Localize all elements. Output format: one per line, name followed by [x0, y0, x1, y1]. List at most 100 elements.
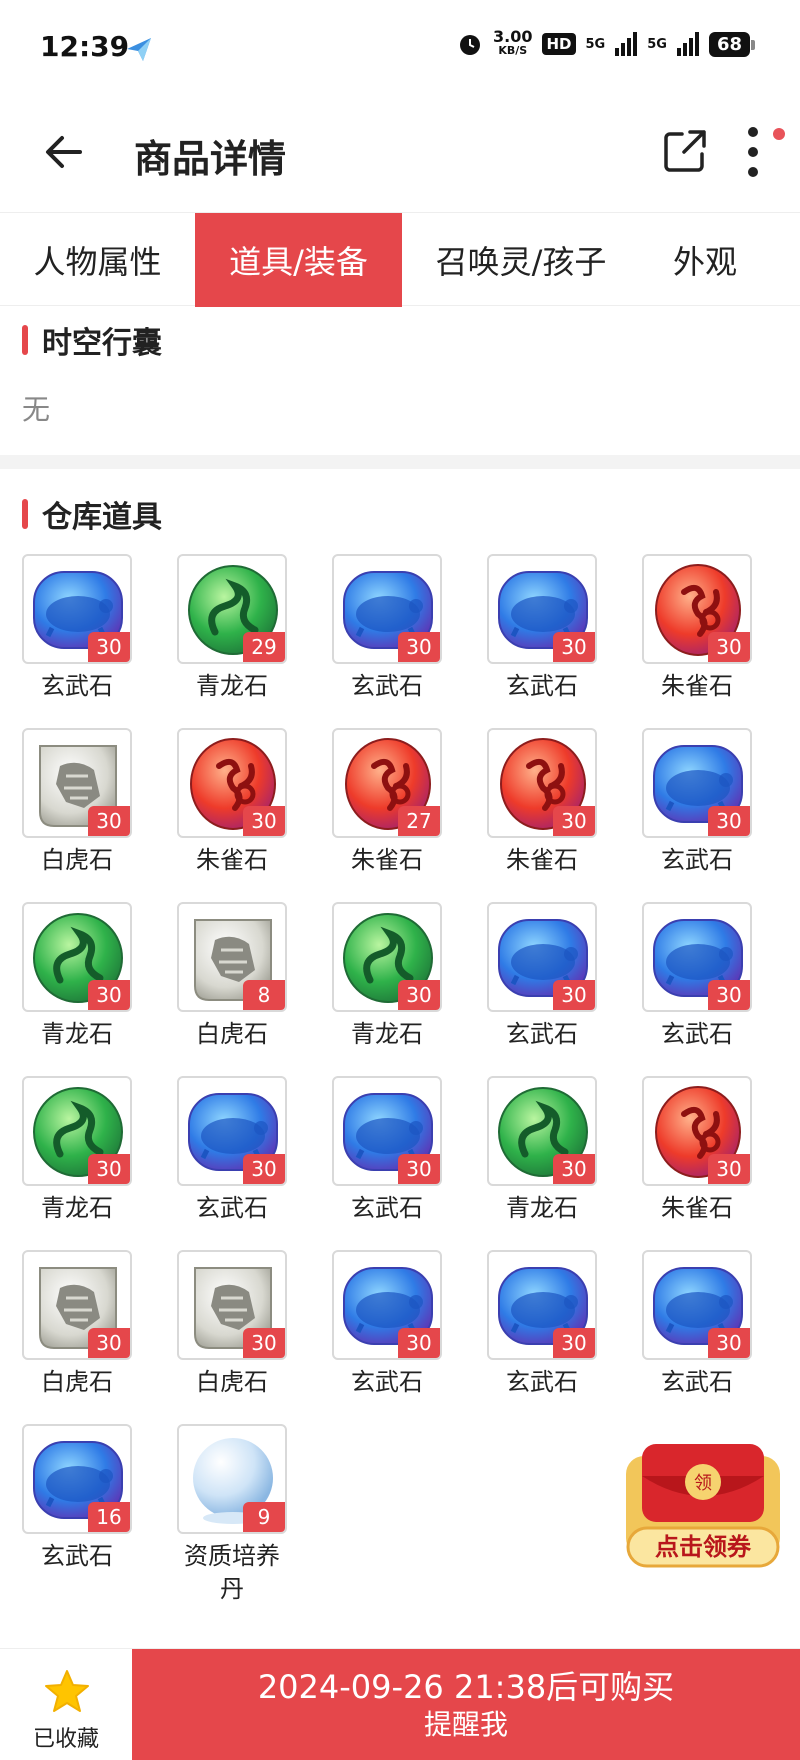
warehouse-item[interactable]: 30 青龙石: [0, 1076, 132, 1246]
warehouse-item[interactable]: 30 朱雀石: [620, 554, 752, 724]
item-count-badge: 30: [398, 1154, 440, 1184]
warehouse-item[interactable]: 30 白虎石: [0, 1250, 132, 1420]
item-icon-box[interactable]: 9: [177, 1424, 287, 1534]
item-name: 白虎石: [41, 846, 113, 874]
warehouse-item[interactable]: 30 白虎石: [155, 1250, 287, 1420]
item-count-badge: 30: [553, 1328, 595, 1358]
share-icon[interactable]: [662, 128, 708, 174]
item-icon-box[interactable]: 30: [642, 902, 752, 1012]
item-count-badge: 29: [243, 632, 285, 662]
warehouse-item[interactable]: 30 玄武石: [0, 554, 132, 724]
item-name: 玄武石: [41, 672, 113, 700]
coupon-label: 点击领券: [655, 1533, 752, 1561]
status-time: 12:39: [40, 30, 130, 63]
tab-items-equipment[interactable]: 道具/装备: [195, 213, 402, 307]
warehouse-item[interactable]: 16 玄武石: [0, 1424, 132, 1594]
item-icon-box[interactable]: 30: [22, 728, 132, 838]
warehouse-item[interactable]: 30 玄武石: [310, 1076, 442, 1246]
item-name: 青龙石: [196, 672, 268, 700]
warehouse-item[interactable]: 30 青龙石: [465, 1076, 597, 1246]
empty-text: 无: [22, 393, 51, 426]
item-icon-box[interactable]: 30: [177, 1250, 287, 1360]
warehouse-item[interactable]: 29 青龙石: [155, 554, 287, 724]
item-icon-box[interactable]: 30: [22, 554, 132, 664]
warehouse-item[interactable]: 30 玄武石: [310, 1250, 442, 1420]
item-icon-box[interactable]: 30: [487, 1250, 597, 1360]
item-icon-box[interactable]: 30: [332, 902, 442, 1012]
warehouse-item[interactable]: 30 玄武石: [465, 902, 597, 1072]
item-icon-box[interactable]: 30: [332, 1250, 442, 1360]
item-count-badge: 30: [708, 806, 750, 836]
item-name: 玄武石: [506, 672, 578, 700]
warehouse-item[interactable]: 30 玄武石: [155, 1076, 287, 1246]
warehouse-item[interactable]: 30 玄武石: [620, 728, 752, 898]
item-icon-box[interactable]: 29: [177, 554, 287, 664]
item-count-badge: 30: [243, 1328, 285, 1358]
section-divider: [0, 455, 800, 469]
status-indicators: 3.00 KB/S HD 5G 5G 68: [457, 29, 756, 58]
item-icon-box[interactable]: 27: [332, 728, 442, 838]
tab-summons-children[interactable]: 召唤灵/孩子: [402, 213, 640, 307]
remind-me-label: 提醒我: [423, 1707, 508, 1741]
item-icon-box[interactable]: 30: [642, 1250, 752, 1360]
back-arrow-icon[interactable]: [40, 128, 88, 176]
warehouse-item[interactable]: 30 玄武石: [465, 1250, 597, 1420]
item-icon-box[interactable]: 30: [642, 554, 752, 664]
section-header-time-space-bag: 时空行囊: [22, 318, 162, 362]
item-count-badge: 30: [553, 980, 595, 1010]
item-icon-box[interactable]: 30: [642, 728, 752, 838]
purchase-time-text: 2024-09-26 21:38后可购买: [257, 1667, 675, 1706]
item-count-badge: 30: [88, 1328, 130, 1358]
tab-appearance[interactable]: 外观: [640, 213, 770, 307]
warehouse-item[interactable]: 30 青龙石: [310, 902, 442, 1072]
warehouse-item[interactable]: 30 白虎石: [0, 728, 132, 898]
warehouse-item[interactable]: 27 朱雀石: [310, 728, 442, 898]
item-icon-box[interactable]: 30: [642, 1076, 752, 1186]
item-icon-box[interactable]: 30: [487, 902, 597, 1012]
item-name: 青龙石: [41, 1020, 113, 1048]
warehouse-item[interactable]: 30 玄武石: [465, 554, 597, 724]
item-icon-box[interactable]: 30: [177, 1076, 287, 1186]
item-name: 白虎石: [41, 1368, 113, 1396]
item-icon-box[interactable]: 30: [22, 1076, 132, 1186]
item-icon-box[interactable]: 30: [487, 554, 597, 664]
warehouse-item[interactable]: 30 玄武石: [310, 554, 442, 724]
top-bar: 商品详情: [0, 100, 800, 210]
item-icon-box[interactable]: 30: [487, 728, 597, 838]
item-icon-box[interactable]: 8: [177, 902, 287, 1012]
coupon-envelope-icon[interactable]: 领 点击领券: [618, 1436, 788, 1576]
item-count-badge: 30: [708, 980, 750, 1010]
item-count-badge: 30: [553, 632, 595, 662]
notification-dot: [773, 128, 785, 140]
favorite-button[interactable]: 已收藏: [0, 1649, 132, 1760]
remind-me-button[interactable]: 2024-09-26 21:38后可购买 提醒我: [132, 1649, 800, 1760]
item-count-badge: 30: [88, 980, 130, 1010]
warehouse-item[interactable]: 30 朱雀石: [465, 728, 597, 898]
star-icon: [45, 1670, 89, 1712]
item-count-badge: 30: [708, 1328, 750, 1358]
warehouse-item[interactable]: 8 白虎石: [155, 902, 287, 1072]
item-icon-box[interactable]: 30: [22, 1250, 132, 1360]
warehouse-item[interactable]: 30 玄武石: [620, 902, 752, 1072]
item-name: 朱雀石: [351, 846, 423, 874]
warehouse-item[interactable]: 30 朱雀石: [620, 1076, 752, 1246]
section-title: 时空行囊: [42, 326, 162, 361]
item-name: 玄武石: [351, 1194, 423, 1222]
warehouse-item[interactable]: 30 青龙石: [0, 902, 132, 1072]
item-name: 白虎石: [196, 1020, 268, 1048]
item-icon-box[interactable]: 16: [22, 1424, 132, 1534]
item-icon-box[interactable]: 30: [22, 902, 132, 1012]
warehouse-item[interactable]: 30 玄武石: [620, 1250, 752, 1420]
tab-character-attributes[interactable]: 人物属性: [0, 213, 195, 307]
item-icon-box[interactable]: 30: [177, 728, 287, 838]
item-count-badge: 30: [243, 806, 285, 836]
item-name: 玄武石: [506, 1020, 578, 1048]
status-bar: 12:39 3.00 KB/S HD 5G 5G 68: [0, 0, 800, 100]
item-icon-box[interactable]: 30: [487, 1076, 597, 1186]
signal-label-1: 5G: [585, 36, 606, 52]
item-icon-box[interactable]: 30: [332, 554, 442, 664]
warehouse-item[interactable]: 9 资质培养丹: [155, 1424, 287, 1603]
more-vertical-icon[interactable]: [738, 124, 768, 180]
item-icon-box[interactable]: 30: [332, 1076, 442, 1186]
warehouse-item[interactable]: 30 朱雀石: [155, 728, 287, 898]
